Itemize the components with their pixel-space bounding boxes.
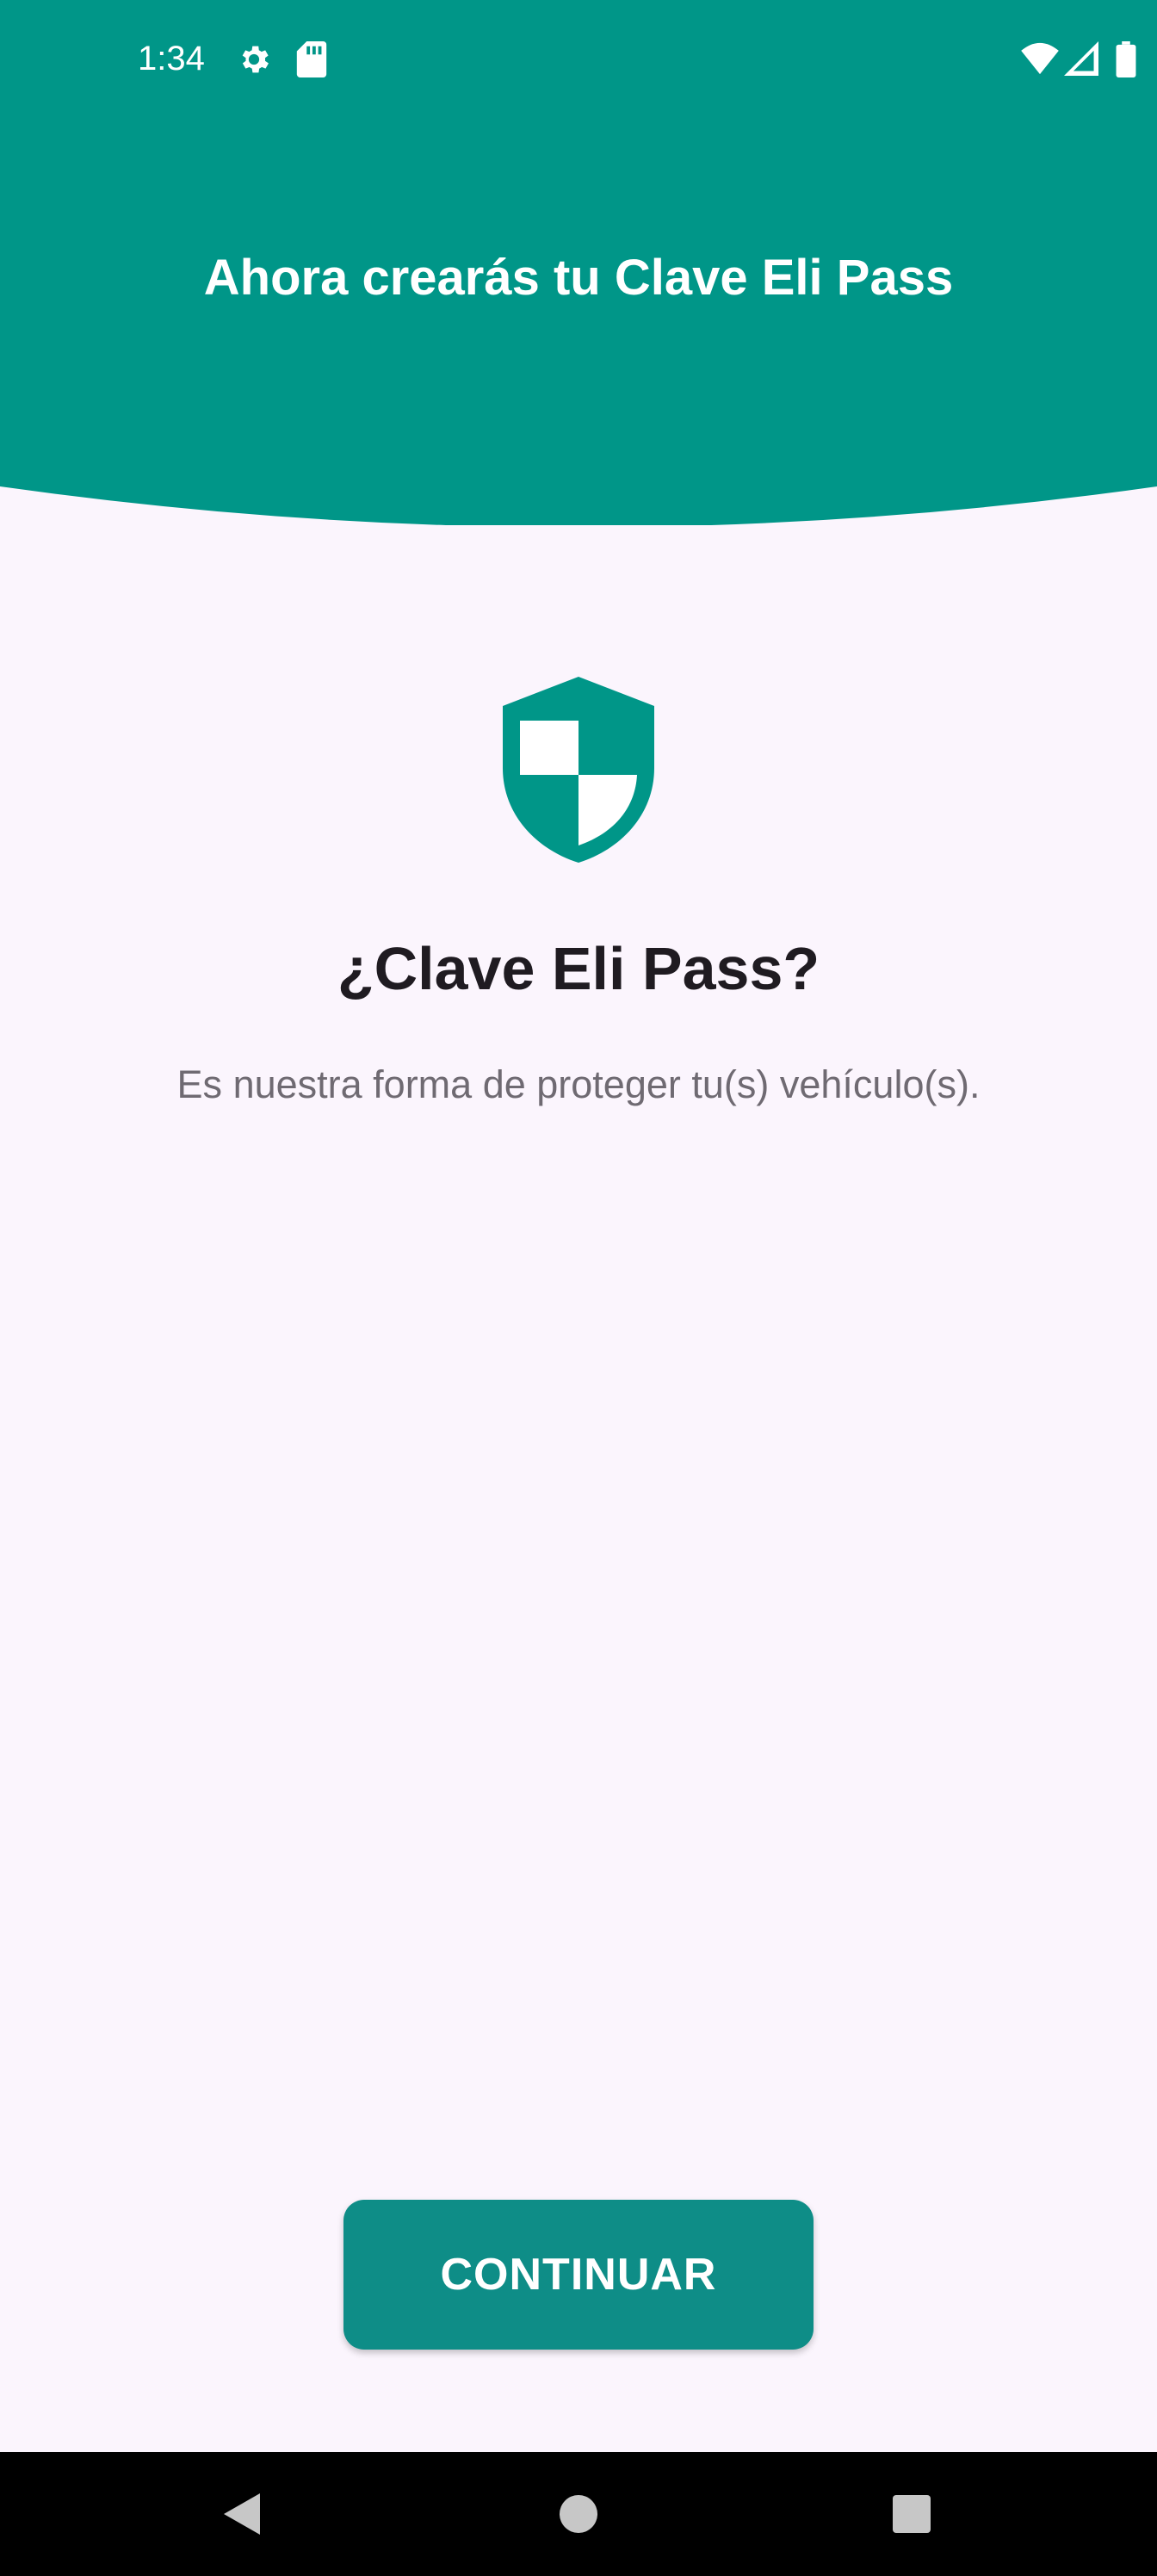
recents-icon <box>893 2495 931 2533</box>
description-text: Es nuestra forma de proteger tu(s) vehíc… <box>176 1062 981 1106</box>
status-bar: 1:34 <box>0 0 1157 117</box>
home-icon <box>560 2495 597 2533</box>
battery-icon <box>1116 41 1136 77</box>
back-icon <box>224 2493 260 2535</box>
gear-icon <box>242 46 269 73</box>
shield-icon <box>503 677 654 863</box>
wifi-icon <box>1021 42 1059 75</box>
recents-button[interactable] <box>850 2452 974 2576</box>
navigation-bar <box>0 2452 1157 2576</box>
continue-button[interactable]: CONTINUAR <box>343 2200 814 2350</box>
header-title: Ahora crearás tu Clave Eli Pass <box>203 250 954 306</box>
status-time: 1:34 <box>138 40 205 77</box>
sd-card-icon <box>296 41 327 77</box>
back-button[interactable] <box>179 2452 303 2576</box>
cellular-signal-icon <box>1064 41 1098 76</box>
header: 1:34 Ahora crearás tu Clave Eli Pass <box>0 0 1157 525</box>
main-heading: ¿Clave Eli Pass? <box>337 935 820 1002</box>
home-button[interactable] <box>517 2452 640 2576</box>
